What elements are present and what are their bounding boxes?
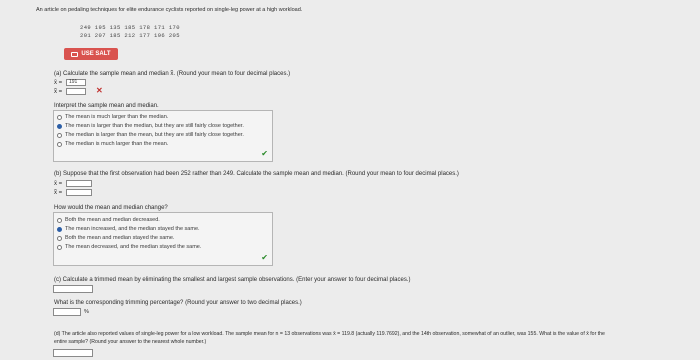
radio-icon — [57, 114, 62, 120]
interpret-option-1[interactable]: The mean is much larger than the median. — [57, 113, 168, 121]
data-row-1: 249 195 135 185 178 171 170 — [80, 24, 180, 31]
part-a-mean-label: x̄ = — [54, 80, 63, 86]
part-b-median-label: x̃ = — [54, 190, 63, 196]
radio-selected-icon — [57, 123, 62, 129]
change-option-2[interactable]: The mean increased, and the median staye… — [57, 225, 200, 233]
change-heading: How would the mean and median change? — [54, 205, 168, 211]
part-b-prompt: (b) Suppose that the first observation h… — [54, 171, 459, 177]
use-salt-label: USE SALT — [81, 51, 111, 57]
interpret-option-4[interactable]: The median is much larger than the mean. — [57, 140, 168, 148]
radio-icon — [57, 132, 62, 138]
radio-icon — [57, 141, 62, 147]
question-page: An article on pedaling techniques for el… — [0, 0, 700, 360]
trim-percentage-input[interactable] — [53, 308, 81, 316]
incorrect-icon: ✕ — [96, 86, 103, 95]
radio-icon — [57, 244, 62, 250]
interpret-option-3[interactable]: The median is larger than the mean, but … — [57, 131, 244, 139]
change-option-4[interactable]: The mean decreased, and the median staye… — [57, 243, 201, 251]
part-b-mean-input[interactable] — [66, 180, 92, 187]
part-a-mean-input[interactable]: 191 — [66, 79, 86, 86]
radio-icon — [57, 217, 62, 223]
radio-icon — [57, 235, 62, 241]
part-a-median-input[interactable] — [66, 88, 86, 95]
interpret-heading: Interpret the sample mean and median. — [54, 103, 159, 109]
data-row-2: 201 207 185 212 177 196 205 — [80, 32, 180, 39]
change-option-3[interactable]: Both the mean and median stayed the same… — [57, 234, 174, 242]
interpret-choice-group: The mean is much larger than the median.… — [53, 110, 273, 162]
interpret-option-2[interactable]: The mean is larger than the median, but … — [57, 122, 244, 130]
question-intro: An article on pedaling techniques for el… — [36, 7, 303, 13]
part-b-mean-label: x̄ = — [54, 181, 63, 187]
salt-icon — [71, 51, 79, 57]
use-salt-button[interactable]: USE SALT — [64, 48, 118, 60]
part-d-prompt: (d) The article also reported values of … — [54, 331, 605, 337]
correct-check-icon: ✔ — [261, 149, 268, 158]
trimmed-mean-input[interactable] — [53, 285, 93, 293]
percent-unit: % — [84, 309, 89, 315]
part-a-prompt: (a) Calculate the sample mean and median… — [54, 71, 291, 77]
trim-percentage-prompt: What is the corresponding trimming perce… — [54, 300, 302, 306]
correct-check-icon: ✔ — [261, 253, 268, 262]
radio-selected-icon — [57, 226, 62, 232]
full-sample-mean-input[interactable] — [53, 349, 93, 357]
part-c-prompt: (c) Calculate a trimmed mean by eliminat… — [54, 277, 411, 283]
part-a-median-label: x̃ = — [54, 89, 63, 95]
part-d-prompt-cont: entire sample? (Round your answer to the… — [54, 339, 207, 345]
change-option-1[interactable]: Both the mean and median decreased. — [57, 216, 160, 224]
part-b-median-input[interactable] — [66, 189, 92, 196]
change-choice-group: Both the mean and median decreased. The … — [53, 212, 273, 266]
